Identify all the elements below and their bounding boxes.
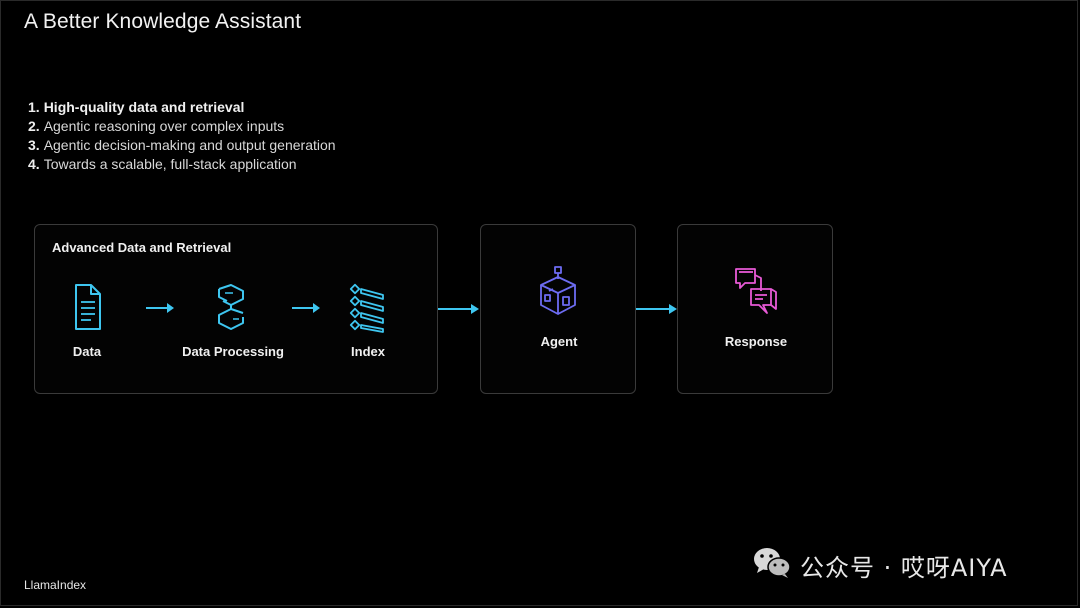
step-text: High-quality data and retrieval xyxy=(43,99,245,115)
agent-house-icon xyxy=(537,265,579,322)
node-label: Index xyxy=(351,344,385,359)
node-label: Data xyxy=(72,344,102,359)
arrow-processing-to-index xyxy=(291,301,321,319)
arrow-group-to-agent xyxy=(438,302,480,320)
slide-title: A Better Knowledge Assistant xyxy=(24,10,302,33)
step-text: Towards a scalable, full-stack applicati… xyxy=(43,156,297,172)
group-title: Advanced Data and Retrieval xyxy=(52,240,232,255)
step-number: 4. xyxy=(28,156,40,172)
index-stack-icon xyxy=(349,283,387,338)
node-label: Response xyxy=(724,334,788,349)
chat-bubbles-icon xyxy=(733,265,779,324)
node-index: Index xyxy=(338,344,398,359)
document-icon xyxy=(73,282,103,339)
node-data-processing: Data Processing xyxy=(175,344,291,359)
list-item: 2. Agentic reasoning over complex inputs xyxy=(28,117,336,136)
arrow-data-to-processing xyxy=(145,301,175,319)
wechat-icon xyxy=(752,546,792,585)
step-number: 2. xyxy=(28,118,40,134)
step-number: 1. xyxy=(28,99,40,115)
arrow-agent-to-response xyxy=(636,302,678,320)
list-item: 1. High-quality data and retrieval xyxy=(28,98,336,117)
list-item: 4. Towards a scalable, full-stack applica… xyxy=(28,155,336,174)
watermark-text: 公众号 · 哎呀AIYA xyxy=(800,553,1008,582)
node-label: Data Processing xyxy=(182,344,284,359)
response-box: Response xyxy=(677,224,833,394)
node-data: Data xyxy=(57,344,117,359)
step-list: 1. High-quality data and retrieval 2. Agen… xyxy=(28,98,336,174)
transform-icon xyxy=(213,283,249,336)
data-retrieval-group: Advanced Data and Retrieval Data Data Pr… xyxy=(34,224,438,394)
node-agent: Agent xyxy=(509,334,609,349)
watermark: 公众号 · 哎呀AIYA xyxy=(752,547,1008,583)
list-item: 3. Agentic decision-making and output gen… xyxy=(28,136,336,155)
node-response: Response xyxy=(700,334,812,349)
node-label: Agent xyxy=(540,334,578,349)
step-number: 3. xyxy=(28,137,40,153)
step-text: Agentic reasoning over complex inputs xyxy=(43,118,285,134)
step-text: Agentic decision-making and output gener… xyxy=(43,137,336,153)
agent-box: Agent xyxy=(480,224,636,394)
brand-footer: LlamaIndex xyxy=(24,578,87,592)
